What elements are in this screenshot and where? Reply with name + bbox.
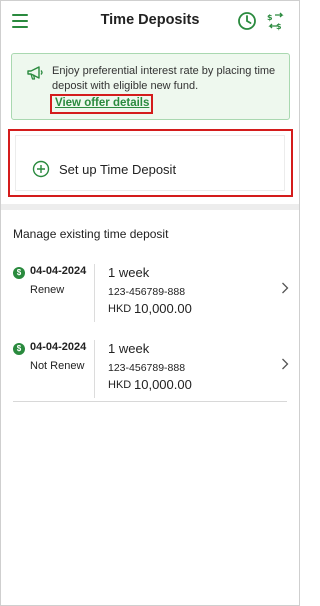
- megaphone-icon: [27, 66, 43, 80]
- deposit-tenor: 1 week: [108, 265, 150, 280]
- clock-icon[interactable]: [237, 11, 257, 31]
- offer-banner-text: Enjoy preferential interest rate by plac…: [52, 65, 276, 92]
- currency-exchange-icon[interactable]: $ $: [266, 11, 286, 31]
- chevron-right-icon: [282, 358, 289, 370]
- deposit-row[interactable]: $ 04-04-2024 Renew 1 week 123-456789-888…: [0, 262, 300, 340]
- set-up-time-deposit-button[interactable]: Set up Time Deposit: [8, 129, 293, 197]
- chevron-right-icon: [282, 282, 289, 294]
- list-bottom-divider: [13, 401, 287, 402]
- deposit-tenor: 1 week: [108, 341, 150, 356]
- currency-code: HKD: [108, 379, 132, 391]
- renewal-status: Not Renew: [30, 360, 85, 372]
- renewal-status: Renew: [30, 284, 65, 296]
- offer-banner: Enjoy preferential interest rate by plac…: [11, 53, 290, 120]
- account-number: 123-456789-888: [108, 362, 186, 374]
- deposit-amount: 10,000.00: [134, 377, 192, 392]
- app-header: Time Deposits $ $: [0, 0, 300, 42]
- deposit-amount: 10,000.00: [134, 301, 192, 316]
- set-up-label: Set up Time Deposit: [59, 162, 177, 177]
- currency-code: HKD: [108, 303, 132, 315]
- deposit-date: 04-04-2024: [30, 341, 87, 353]
- dollar-coin-icon: $: [13, 267, 25, 279]
- plus-circle-icon: [32, 160, 50, 178]
- manage-section-title: Manage existing time deposit: [13, 227, 169, 241]
- deposit-date: 04-04-2024: [30, 265, 87, 277]
- deposit-row[interactable]: $ 04-04-2024 Not Renew 1 week 123-456789…: [0, 338, 300, 416]
- section-divider: [0, 204, 300, 210]
- svg-text:$: $: [267, 13, 273, 22]
- dollar-coin-icon: $: [13, 343, 25, 355]
- row-vertical-divider: [94, 340, 95, 398]
- view-offer-details-link[interactable]: View offer details: [50, 94, 153, 114]
- set-up-card: Set up Time Deposit: [15, 135, 285, 191]
- row-vertical-divider: [94, 264, 95, 322]
- account-number: 123-456789-888: [108, 286, 186, 298]
